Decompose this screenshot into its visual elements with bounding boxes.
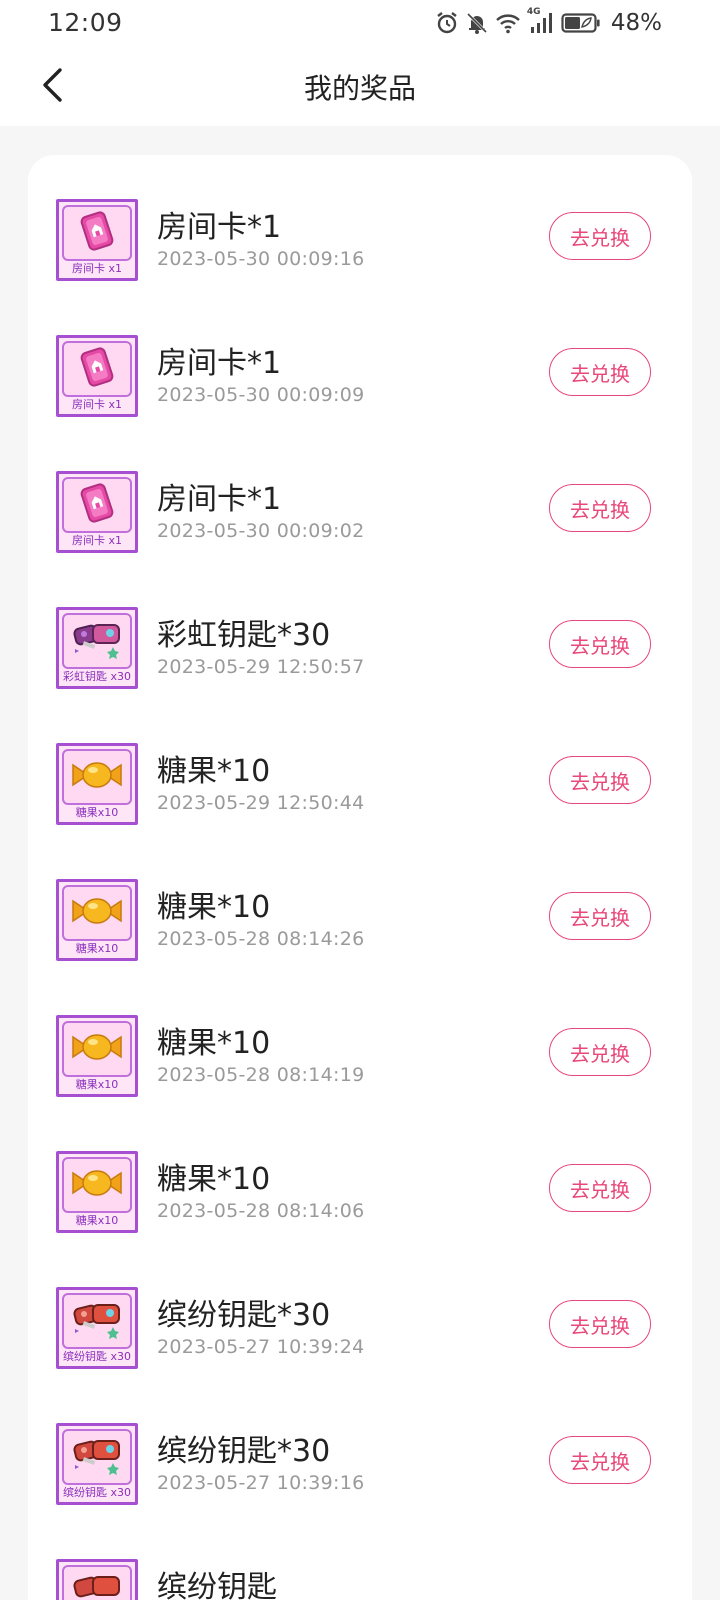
prize-item: 房间卡 x1 房间卡*1 2023-05-30 00:09:02 去兑换: [28, 427, 692, 563]
prize-time: 2023-05-29 12:50:57: [157, 656, 365, 678]
prize-thumbnail: 糖果x10: [56, 1151, 138, 1233]
redeem-button[interactable]: 去兑换: [549, 484, 651, 532]
prize-name: 彩虹钥匙*30: [157, 618, 331, 653]
prize-thumbnail: 糖果x10: [56, 1015, 138, 1097]
battery-percentage: 48%: [610, 10, 662, 36]
redeem-button[interactable]: 去兑换: [549, 756, 651, 804]
prize-thumbnail: 房间卡 x1: [56, 199, 138, 281]
prize-name: 糖果*10: [157, 890, 271, 925]
prize-time: 2023-05-27 10:39:16: [157, 1472, 365, 1494]
prize-thumbnail: 糖果x10: [56, 879, 138, 961]
redeem-button[interactable]: 去兑换: [549, 892, 651, 940]
status-bar: 12:09 4G 48%: [0, 0, 720, 48]
prize-thumbnail-label: 房间卡 x1: [71, 262, 122, 275]
prize-time: 2023-05-29 12:50:44: [157, 792, 365, 814]
prize-item: 房间卡 x1 房间卡*1 2023-05-30 00:09:09 去兑换: [28, 291, 692, 427]
key-icon: [69, 1297, 125, 1345]
alarm-icon: [435, 11, 459, 35]
prize-thumbnail: 房间卡 x1: [56, 335, 138, 417]
room-card-icon: [75, 209, 119, 257]
prize-thumbnail-label: 糖果x10: [75, 1214, 119, 1227]
prize-thumbnail: 房间卡 x1: [56, 471, 138, 553]
redeem-button[interactable]: 去兑换: [549, 348, 651, 396]
candy-icon: [69, 1163, 125, 1207]
candy-icon: [69, 891, 125, 935]
prize-thumbnail: 彩虹钥匙 x30: [56, 607, 138, 689]
prize-thumbnail-label: 缤纷钥匙 x30: [62, 1486, 131, 1499]
prize-item: 糖果x10 糖果*10 2023-05-28 08:14:06 去兑换: [28, 1107, 692, 1243]
candy-icon: [69, 1027, 125, 1071]
key-icon: [69, 1433, 125, 1481]
prize-name: 糖果*10: [157, 754, 271, 789]
prize-thumbnail-label: 糖果x10: [75, 1078, 119, 1091]
prize-name: 房间卡*1: [157, 346, 282, 381]
prize-thumbnail: 缤纷钥匙 x30: [56, 1423, 138, 1505]
navigation-bar: 我的奖品: [0, 48, 720, 126]
mute-bell-icon: [465, 11, 489, 35]
prize-thumbnail-label: 糖果x10: [75, 942, 119, 955]
prize-thumbnail: 糖果x10: [56, 743, 138, 825]
prize-thumbnail-label: 缤纷钥匙 x30: [62, 1350, 131, 1363]
prize-thumbnail: 缤纷钥匙 x30: [56, 1287, 138, 1369]
redeem-button[interactable]: 去兑换: [549, 212, 651, 260]
prize-time: 2023-05-28 08:14:26: [157, 928, 365, 950]
prize-item: 糖果x10 糖果*10 2023-05-28 08:14:19 去兑换: [28, 971, 692, 1107]
prize-name: 房间卡*1: [157, 482, 282, 517]
battery-icon: [561, 11, 601, 35]
prize-time: 2023-05-30 00:09:09: [157, 384, 365, 406]
prize-name: 糖果*10: [157, 1026, 271, 1061]
prize-item: 缤纷钥匙 x30 缤纷钥匙*30 2023-05-27 10:39:16 去兑换: [28, 1379, 692, 1515]
prize-thumbnail-label: 糖果x10: [75, 806, 119, 819]
room-card-icon: [75, 345, 119, 393]
prize-item: 缤纷钥匙 x30 缤纷钥匙*30 2023-05-27 10:39:24 去兑换: [28, 1243, 692, 1379]
redeem-button[interactable]: 去兑换: [549, 1164, 651, 1212]
page-title: 我的奖品: [303, 72, 416, 105]
prize-name: 房间卡*1: [157, 210, 282, 245]
prize-time: 2023-05-30 00:09:02: [157, 520, 365, 542]
cellular-signal-icon: 4G: [527, 7, 555, 35]
prize-item: 糖果x10 糖果*10 2023-05-29 12:50:44 去兑换: [28, 699, 692, 835]
prize-name: 缤纷钥匙*30: [157, 1298, 331, 1333]
wifi-icon: [495, 11, 521, 35]
room-card-icon: [75, 481, 119, 529]
prize-name: 糖果*10: [157, 1162, 271, 1197]
redeem-button[interactable]: 去兑换: [549, 1300, 651, 1348]
prize-item: 房间卡 x1 房间卡*1 2023-05-30 00:09:16 去兑换: [28, 155, 692, 291]
prize-item: 彩虹钥匙 x30 彩虹钥匙*30 2023-05-29 12:50:57 去兑换: [28, 563, 692, 699]
prize-name: 缤纷钥匙: [157, 1570, 277, 1600]
key-icon: [69, 617, 125, 665]
prize-thumbnail-label: 房间卡 x1: [71, 398, 122, 411]
redeem-button[interactable]: 去兑换: [549, 1436, 651, 1484]
redeem-button[interactable]: 去兑换: [549, 620, 651, 668]
prize-time: 2023-05-30 00:09:16: [157, 248, 365, 270]
prize-item: 缤纷钥匙: [28, 1515, 692, 1600]
candy-icon: [69, 755, 125, 799]
redeem-button[interactable]: 去兑换: [549, 1028, 651, 1076]
prize-time: 2023-05-27 10:39:24: [157, 1336, 365, 1358]
status-time: 12:09: [48, 8, 123, 37]
status-icons: 4G 48%: [435, 7, 662, 36]
prize-time: 2023-05-28 08:14:06: [157, 1200, 365, 1222]
prize-thumbnail-label: 彩虹钥匙 x30: [62, 670, 131, 683]
prize-thumbnail-label: 房间卡 x1: [71, 534, 122, 547]
prize-name: 缤纷钥匙*30: [157, 1434, 331, 1469]
prize-item: 糖果x10 糖果*10 2023-05-28 08:14:26 去兑换: [28, 835, 692, 971]
prize-thumbnail: [56, 1559, 138, 1600]
prize-time: 2023-05-28 08:14:19: [157, 1064, 365, 1086]
key-icon: [69, 1569, 125, 1600]
